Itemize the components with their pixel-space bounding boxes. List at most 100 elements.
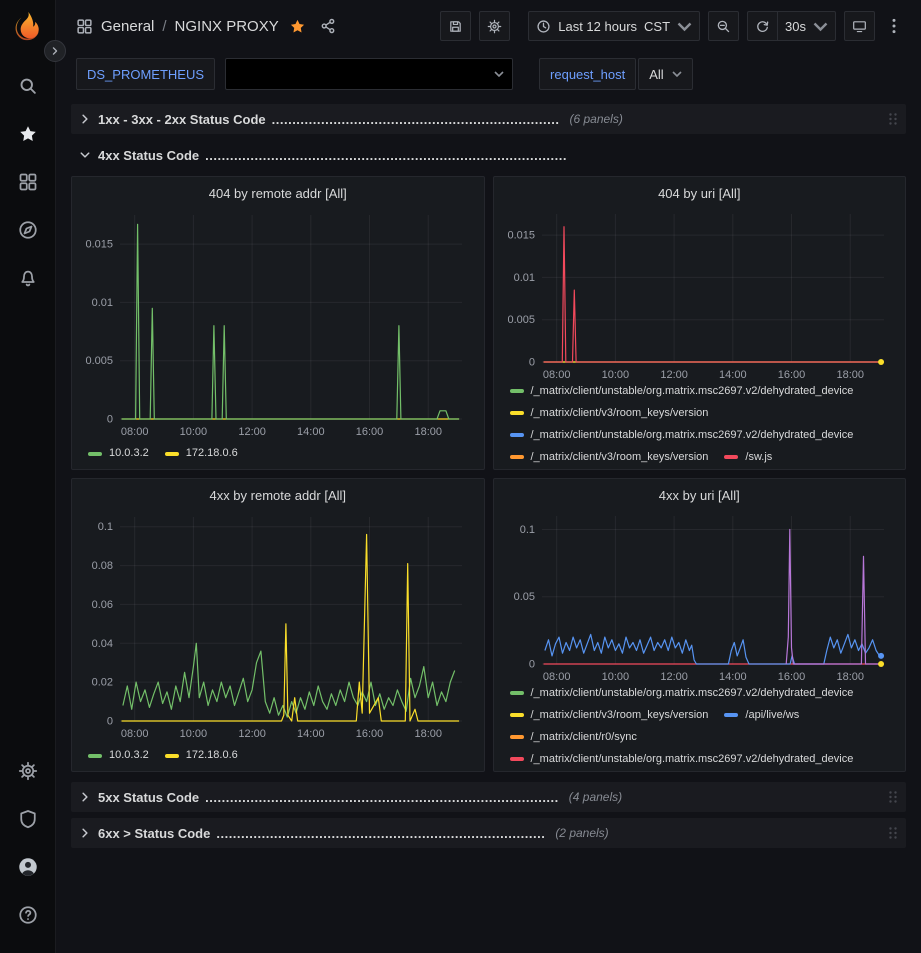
sidebar-item-settings[interactable] — [8, 751, 48, 791]
legend-series-label: /_matrix/client/unstable/org.matrix.msc2… — [531, 427, 854, 444]
legend-item[interactable]: /_matrix/client/unstable/org.matrix.msc2… — [510, 685, 854, 702]
more-menu-button[interactable] — [883, 11, 905, 41]
clock-icon — [536, 19, 551, 34]
row-title-leader: ........................................… — [216, 826, 545, 841]
chevron-right-icon — [50, 46, 60, 56]
time-range-picker[interactable]: Last 12 hours CST — [528, 11, 700, 41]
row-1xx-3xx-2xx-status-code[interactable]: 1xx - 3xx - 2xx Status Code ............… — [71, 104, 906, 134]
legend-series-color — [510, 691, 524, 695]
refresh-interval-dropdown[interactable]: 30s — [777, 11, 836, 41]
row-6xx-status-code[interactable]: 6xx > Status Code ......................… — [71, 818, 906, 848]
legend-series-color — [88, 452, 102, 456]
cycle-view-button[interactable] — [844, 11, 875, 41]
time-series-chart[interactable]: 08:0010:0012:0014:0016:0018:0000.050.1 — [502, 508, 896, 680]
svg-text:16:00: 16:00 — [356, 426, 384, 438]
chevron-right-icon — [79, 827, 91, 839]
sidebar-expand-button[interactable] — [44, 40, 66, 62]
legend-series-label: 172.18.0.6 — [186, 445, 238, 462]
apps-grid-icon — [76, 18, 93, 35]
time-series-chart[interactable]: 08:0010:0012:0014:0016:0018:0000.0050.01… — [80, 207, 474, 441]
panel-title[interactable]: 4xx by uri [All] — [502, 485, 898, 508]
sidebar-item-dashboards[interactable] — [8, 162, 48, 202]
panel-title[interactable]: 404 by uri [All] — [502, 183, 898, 206]
sidebar-item-help[interactable] — [8, 895, 48, 935]
legend-item[interactable]: /sw.js — [724, 449, 772, 463]
dashboard-settings-button[interactable] — [479, 11, 510, 41]
legend-item[interactable]: /_matrix/client/r0/sync — [510, 729, 637, 746]
legend-series-color — [510, 411, 524, 415]
main-area: General / NGINX PROXY — [56, 0, 921, 953]
breadcrumb-folder[interactable]: General — [101, 18, 154, 35]
refresh-controls: 30s — [747, 11, 836, 41]
svg-text:14:00: 14:00 — [719, 369, 747, 378]
svg-text:0.02: 0.02 — [92, 677, 113, 689]
row-4xx-status-code[interactable]: 4xx Status Code ........................… — [71, 140, 906, 170]
legend-item[interactable]: 10.0.3.2 — [88, 747, 149, 764]
refresh-button[interactable] — [747, 11, 777, 41]
legend-item[interactable]: /_matrix/client/unstable/org.matrix.msc2… — [510, 383, 854, 400]
request-host-label: request_host — [550, 67, 625, 82]
legend-series-label: /_matrix/client/unstable/org.matrix.msc2… — [531, 685, 854, 702]
row-5xx-status-code[interactable]: 5xx Status Code ........................… — [71, 782, 906, 812]
svg-text:0.015: 0.015 — [85, 239, 113, 251]
svg-text:0.06: 0.06 — [92, 599, 113, 611]
shield-icon — [18, 809, 38, 829]
row-title-leader: ........................................… — [205, 790, 559, 805]
row-drag-handle-icon[interactable] — [888, 826, 898, 840]
svg-text:18:00: 18:00 — [414, 426, 442, 438]
panel-grid: 404 by remote addr [All] 08:0010:0012:00… — [71, 176, 906, 772]
breadcrumb-separator: / — [162, 18, 166, 35]
refresh-interval-label: 30s — [785, 19, 806, 34]
svg-text:0.08: 0.08 — [92, 560, 113, 572]
svg-text:12:00: 12:00 — [238, 426, 266, 438]
grafana-flame-icon — [11, 10, 45, 44]
time-series-chart[interactable]: 08:0010:0012:0014:0016:0018:0000.0050.01… — [502, 206, 896, 378]
variables-bar: DS_PROMETHEUS request_host All — [56, 52, 921, 100]
grafana-logo[interactable] — [11, 10, 45, 44]
legend-series-label: /api/live/ws — [745, 707, 799, 724]
legend-item[interactable]: /api/live/ws — [724, 707, 799, 724]
legend-item[interactable]: /_matrix/client/unstable/org.matrix.msc2… — [510, 427, 854, 444]
panel-404-by-remote-addr: 404 by remote addr [All] 08:0010:0012:00… — [71, 176, 485, 470]
sidebar-item-starred[interactable] — [8, 114, 48, 154]
kebab-icon — [892, 18, 896, 34]
time-series-chart[interactable]: 08:0010:0012:0014:0016:0018:0000.020.040… — [80, 509, 474, 743]
legend-item[interactable]: 10.0.3.2 — [88, 445, 149, 462]
svg-text:0: 0 — [528, 659, 534, 671]
chevron-right-icon — [79, 113, 91, 125]
request-host-select[interactable]: All — [638, 58, 692, 90]
zoom-out-button[interactable] — [708, 11, 739, 41]
save-dashboard-button[interactable] — [440, 11, 471, 41]
star-icon — [18, 124, 38, 144]
legend-series-label: /_matrix/client/unstable/org.matrix.msc2… — [531, 751, 854, 765]
row-drag-handle-icon[interactable] — [888, 790, 898, 804]
sidebar-item-alerting[interactable] — [8, 258, 48, 298]
svg-text:10:00: 10:00 — [601, 369, 629, 378]
sidebar-item-explore[interactable] — [8, 210, 48, 250]
sidebar-item-server-admin[interactable] — [8, 799, 48, 839]
sidebar-item-profile[interactable] — [8, 847, 48, 887]
legend-item[interactable]: 172.18.0.6 — [165, 445, 238, 462]
legend-item[interactable]: /_matrix/client/v3/room_keys/version — [510, 405, 709, 422]
legend-item[interactable]: 172.18.0.6 — [165, 747, 238, 764]
row-title: 6xx > Status Code — [98, 826, 210, 841]
row-panel-count: (4 panels) — [569, 790, 622, 804]
row-drag-handle-icon[interactable] — [888, 112, 898, 126]
legend-item[interactable]: /_matrix/client/v3/room_keys/version — [510, 449, 709, 463]
navbar-actions: Last 12 hours CST 30 — [440, 11, 905, 41]
favorite-star-icon[interactable] — [289, 18, 306, 35]
panel-title[interactable]: 404 by remote addr [All] — [80, 183, 476, 207]
breadcrumb-title[interactable]: NGINX PROXY — [175, 18, 279, 35]
legend-item[interactable]: /_matrix/client/v3/room_keys/version — [510, 707, 709, 724]
sidebar-item-search[interactable] — [8, 66, 48, 106]
legend-series-color — [510, 757, 524, 761]
svg-text:16:00: 16:00 — [356, 728, 384, 740]
svg-text:0: 0 — [107, 716, 113, 728]
variable-label-ds-prometheus: DS_PROMETHEUS — [76, 58, 215, 90]
sidebar-bottom — [8, 751, 48, 943]
legend-item[interactable]: /_matrix/client/unstable/org.matrix.msc2… — [510, 751, 854, 765]
legend-series-label: /_matrix/client/v3/room_keys/version — [531, 707, 709, 724]
panel-title[interactable]: 4xx by remote addr [All] — [80, 485, 476, 509]
share-icon[interactable] — [320, 18, 336, 34]
datasource-picker[interactable] — [225, 58, 513, 90]
